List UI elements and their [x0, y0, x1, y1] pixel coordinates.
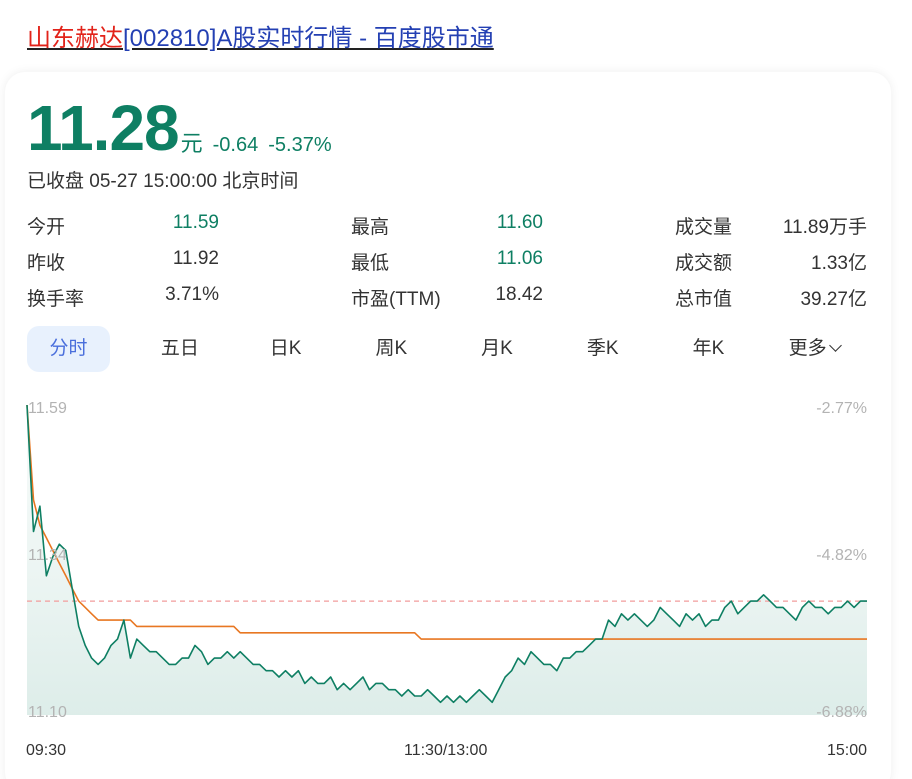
- stat-label: 成交量: [675, 216, 733, 238]
- stat-label: 成交额: [675, 252, 733, 274]
- stat-high: 最高 11.60: [351, 212, 543, 239]
- tab-daily-k[interactable]: 日K: [233, 326, 339, 372]
- x-tick-close: 15:00: [826, 742, 867, 759]
- stat-value: 11.06: [496, 247, 543, 269]
- stat-pe-ttm: 市盈(TTM) 18.42: [351, 284, 543, 311]
- tab-yearly-k[interactable]: 年K: [656, 326, 762, 372]
- stat-label: 换手率: [27, 288, 85, 310]
- price-unit: 元: [180, 131, 203, 156]
- tab-more[interactable]: 更多: [761, 326, 867, 372]
- title-rest[interactable]: [002810]A股实时行情 - 百度股市通: [123, 25, 494, 52]
- y-right-tick-top: -2.77%: [816, 400, 867, 417]
- stat-value: 11.92: [172, 247, 219, 269]
- y-right-tick-bottom: -6.88%: [816, 704, 867, 721]
- chart-period-tabs: 分时 五日 日K 周K 月K 季K 年K 更多: [27, 326, 867, 372]
- stat-value: 3.71%: [165, 283, 219, 305]
- tab-monthly-k[interactable]: 月K: [444, 326, 550, 372]
- stat-value: 11.60: [496, 211, 543, 233]
- stats-grid: 今开 11.59 最高 11.60 成交量 11.89万手 昨收 11.92 最低 11.…: [27, 207, 867, 315]
- market-status: 已收盘 05-27 15:00:00 北京时间: [27, 171, 299, 192]
- stat-open: 今开 11.59: [27, 212, 219, 239]
- stat-turnover-rate: 换手率 3.71%: [27, 284, 219, 311]
- y-left-tick-mid: 11.34: [28, 547, 67, 564]
- current-price: 11.28: [27, 92, 180, 164]
- price-change-pct: -5.37%: [268, 134, 332, 156]
- y-left-tick-top: 11.59: [28, 400, 67, 417]
- x-tick-open: 09:30: [26, 742, 67, 759]
- stat-label: 今开: [27, 216, 66, 238]
- intraday-chart[interactable]: 11.59 11.34 11.10 -2.77% -4.82% -6.88% 0…: [0, 385, 912, 775]
- stat-label: 最低: [351, 252, 390, 274]
- stat-volume: 成交量 11.89万手: [675, 212, 867, 239]
- stat-market-cap: 总市值 39.27亿: [675, 284, 867, 311]
- stat-low: 最低 11.06: [351, 248, 543, 275]
- chevron-down-icon: [828, 339, 842, 352]
- tab-more-label: 更多: [788, 338, 827, 359]
- stat-value: 11.89万手: [782, 216, 867, 238]
- stat-turnover-amount: 成交额 1.33亿: [675, 248, 867, 275]
- tab-intraday[interactable]: 分时: [27, 326, 110, 372]
- stat-value: 39.27亿: [800, 288, 867, 310]
- stat-label: 最高: [351, 216, 390, 238]
- stat-prev-close: 昨收 11.92: [27, 248, 219, 275]
- page-title-link[interactable]: 山东赫达[002810]A股实时行情 - 百度股市通: [27, 18, 494, 53]
- stats-row: 换手率 3.71% 市盈(TTM) 18.42 总市值 39.27亿: [27, 279, 867, 315]
- stats-row: 今开 11.59 最高 11.60 成交量 11.89万手: [27, 207, 867, 243]
- tab-quarterly-k[interactable]: 季K: [550, 326, 656, 372]
- tab-weekly-k[interactable]: 周K: [338, 326, 444, 372]
- stat-label: 市盈(TTM): [351, 288, 441, 310]
- stat-value: 18.42: [495, 283, 543, 305]
- stock-name[interactable]: 山东赫达: [27, 25, 123, 52]
- stat-label: 总市值: [675, 288, 733, 310]
- stat-label: 昨收: [27, 252, 66, 274]
- stat-value: 1.33亿: [811, 252, 867, 274]
- x-tick-midday: 11:30/13:00: [404, 742, 488, 759]
- price-change: -0.64: [212, 134, 259, 156]
- stats-row: 昨收 11.92 最低 11.06 成交额 1.33亿: [27, 243, 867, 279]
- average-price-line: [26, 404, 867, 640]
- y-right-tick-mid: -4.82%: [816, 547, 867, 564]
- tab-five-day[interactable]: 五日: [127, 326, 233, 372]
- y-left-tick-bottom: 11.10: [28, 704, 67, 721]
- price-row: 11.28元 -0.64 -5.37%: [27, 96, 332, 160]
- stat-value: 11.59: [172, 211, 219, 233]
- price-area-fill: [27, 405, 867, 715]
- intraday-chart-svg: [26, 404, 867, 715]
